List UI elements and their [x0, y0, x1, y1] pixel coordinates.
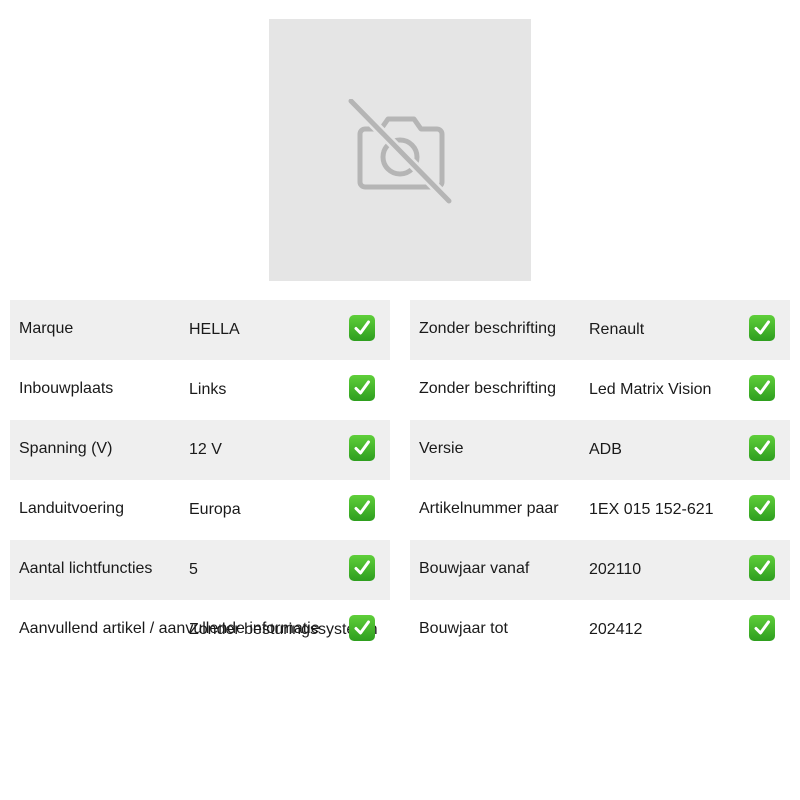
spec-row: Aantal lichtfuncties 5: [10, 540, 390, 600]
spec-value: 202110: [589, 561, 642, 578]
spec-row: Zonder beschrifting Led Matrix Vision: [410, 360, 790, 420]
check-mark-icon: [349, 315, 375, 341]
spec-row: Inbouwplaats Links: [10, 360, 390, 420]
check-mark-icon: [749, 315, 775, 341]
spec-row: Zonder beschrifting Renault: [410, 300, 790, 360]
spec-row: Spanning (V) 12 V: [10, 420, 390, 480]
spec-label: Landuitvoering: [19, 500, 124, 517]
spec-row: Marque HELLA: [10, 300, 390, 360]
spec-label: Artikelnummer paar: [419, 500, 559, 517]
spec-label: Bouwjaar vanaf: [419, 560, 530, 577]
spec-value: 12 V: [189, 441, 222, 458]
no-photo-icon: [347, 99, 453, 205]
check-mark-icon: [749, 615, 775, 641]
spec-value: ADB: [589, 441, 622, 458]
spec-row: Landuitvoering Europa: [10, 480, 390, 540]
check-mark-icon: [749, 555, 775, 581]
spec-label: Bouwjaar tot: [419, 620, 508, 637]
spec-table-left: Marque HELLA Inbouwplaats Links Spanning…: [10, 300, 390, 660]
check-mark-icon: [349, 555, 375, 581]
spec-value: 202412: [589, 621, 643, 638]
spec-row: Bouwjaar vanaf 202110: [410, 540, 790, 600]
check-mark-icon: [749, 495, 775, 521]
check-mark-icon: [349, 495, 375, 521]
spec-value: 1EX 015 152-621: [589, 501, 714, 518]
spec-value: 5: [189, 561, 198, 578]
spec-value: Led Matrix Vision: [589, 381, 712, 398]
check-mark-icon: [349, 435, 375, 461]
spec-row: Bouwjaar tot 202412: [410, 600, 790, 660]
spec-label: Aantal lichtfuncties: [19, 560, 153, 577]
check-mark-icon: [349, 615, 375, 641]
spec-label: Versie: [419, 440, 464, 457]
spec-row: Versie ADB: [410, 420, 790, 480]
check-mark-icon: [349, 375, 375, 401]
spec-label: Inbouwplaats: [19, 380, 114, 397]
product-image-placeholder: [269, 19, 531, 281]
check-mark-icon: [749, 435, 775, 461]
spec-label: Spanning (V): [19, 440, 113, 457]
spec-table-right: Zonder beschrifting Renault Zonder besch…: [410, 300, 790, 660]
spec-label: Marque: [19, 320, 74, 337]
spec-value: Renault: [589, 321, 645, 338]
spec-value: Europa: [189, 501, 241, 518]
spec-row: Aanvullend artikel / aanvullende informa…: [10, 600, 390, 660]
spec-value: Links: [189, 381, 227, 398]
spec-value: HELLA: [189, 321, 240, 338]
check-mark-icon: [749, 375, 775, 401]
spec-label: Zonder beschrifting: [419, 380, 556, 397]
spec-row: Artikelnummer paar 1EX 015 152-621: [410, 480, 790, 540]
spec-label: Zonder beschrifting: [419, 320, 556, 337]
